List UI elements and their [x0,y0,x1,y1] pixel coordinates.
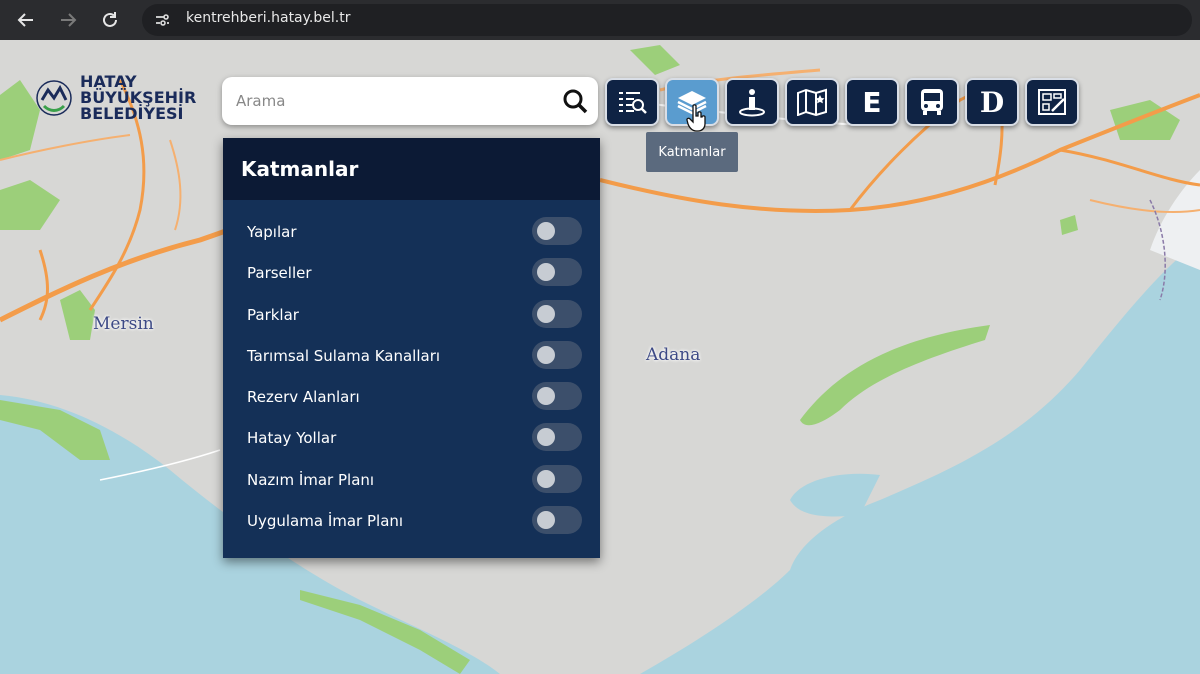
layer-row-parseller: Parseller [223,258,600,288]
map-favorites-button[interactable] [785,78,839,126]
layer-toggle-rezerv-alanlari[interactable] [532,382,582,410]
layer-toggle-uygulama-imar-plani[interactable] [532,506,582,534]
toggle-knob [537,511,555,529]
layers-panel-title: Katmanlar [241,157,359,181]
bus-button[interactable] [905,78,959,126]
map-graphic [0,40,1200,674]
search-list-button[interactable] [605,78,659,126]
layer-toggle-parklar[interactable] [532,300,582,328]
plan-button[interactable] [1025,78,1079,126]
hand-cursor-icon [686,104,706,132]
search-input[interactable] [236,77,556,125]
layers-tooltip: Katmanlar [646,132,738,172]
toggle-knob [537,305,555,323]
layer-label: Parklar [247,306,299,324]
bus-icon [921,89,943,115]
map-star-icon [797,88,827,116]
info-pin-icon [739,89,765,117]
toggle-knob [537,222,555,240]
layer-toggle-parseller[interactable] [532,258,582,286]
layers-panel: Katmanlar Yapılar Parseller Parklar Tarı… [223,138,600,558]
map-canvas[interactable]: Mersin Adana [0,40,1200,674]
toggle-knob [537,428,555,446]
map-label-mersin: Mersin [93,314,154,334]
toggle-knob [537,346,555,364]
e-button[interactable]: E [845,78,899,126]
layers-panel-header: Katmanlar [223,138,600,200]
map-label-adana: Adana [646,345,701,365]
reload-icon[interactable] [96,6,124,34]
toggle-knob [537,263,555,281]
layer-toggle-nazim-imar-plani[interactable] [532,465,582,493]
logo-emblem-icon [36,80,72,116]
layer-row-hatay-yollar: Hatay Yollar [223,423,600,453]
search-box [222,77,598,125]
toggle-knob [537,470,555,488]
layer-label: Hatay Yollar [247,429,337,447]
url-text: kentrehberi.hatay.bel.tr [186,10,351,26]
e-button-label: E [862,85,882,119]
d-button-label: D [979,85,1005,119]
layer-label: Nazım İmar Planı [247,471,375,489]
plan-icon [1038,89,1066,115]
layer-label: Yapılar [247,223,297,241]
layer-toggle-hatay-yollar[interactable] [532,423,582,451]
browser-toolbar: kentrehberi.hatay.bel.tr [0,0,1200,40]
site-settings-icon[interactable] [152,10,172,30]
layer-row-parklar: Parklar [223,300,600,330]
layer-row-nazim-imar-plani: Nazım İmar Planı [223,465,600,495]
layer-label: Tarımsal Sulama Kanalları [247,347,441,365]
d-button[interactable]: D [965,78,1019,126]
municipality-logo[interactable]: HATAY BÜYÜKŞEHİR BELEDİYESİ [34,72,204,132]
layer-label: Rezerv Alanları [247,388,360,406]
layer-label: Parseller [247,264,312,282]
layer-row-rezerv-alanlari: Rezerv Alanları [223,382,600,412]
logo-line3: BELEDİYESİ [80,104,184,123]
info-button[interactable] [725,78,779,126]
toggle-knob [537,387,555,405]
back-arrow-icon[interactable] [12,6,40,34]
layer-row-uygulama-imar-plani: Uygulama İmar Planı [223,506,600,536]
layer-row-tarimsal-sulama: Tarımsal Sulama Kanalları [223,341,600,371]
layer-label: Uygulama İmar Planı [247,512,404,530]
list-search-icon [619,92,647,114]
layer-toggle-yapilar[interactable] [532,217,582,245]
search-icon[interactable] [562,88,588,114]
layer-toggle-tarimsal-sulama[interactable] [532,341,582,369]
layer-row-yapilar: Yapılar [223,217,600,247]
forward-arrow-icon[interactable] [54,6,82,34]
